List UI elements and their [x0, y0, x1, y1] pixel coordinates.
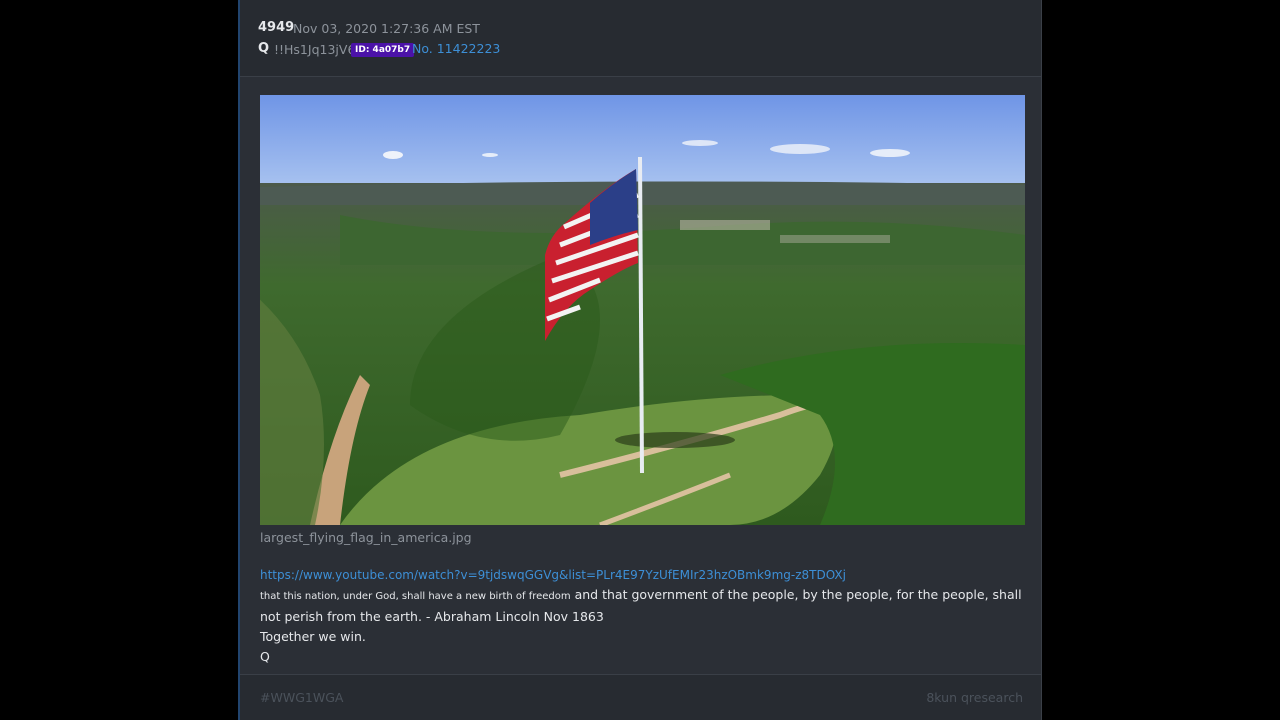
quote-small-text: that this nation, under God, shall have …	[260, 591, 571, 602]
board-name: 8kun qresearch	[926, 690, 1023, 705]
post-body: https://www.youtube.com/watch?v=9tjdswqG…	[260, 565, 1025, 667]
post-timestamp: Nov 03, 2020 1:27:36 AM EST	[293, 21, 480, 36]
post-card: 4949 Nov 03, 2020 1:27:36 AM EST Q !!Hs1…	[238, 0, 1042, 720]
hashtag: #WWG1WGA	[260, 690, 344, 705]
author-name: Q	[258, 41, 270, 56]
youtube-link[interactable]: https://www.youtube.com/watch?v=9tjdswqG…	[260, 565, 1025, 585]
body-line-together: Together we win.	[260, 629, 366, 644]
tripcode: !!Hs1Jq13jV6	[274, 42, 356, 57]
post-footer: #WWG1WGA 8kun qresearch	[240, 674, 1041, 720]
id-badge: ID: 4a07b7	[351, 43, 415, 57]
flag-landscape-photo	[260, 95, 1025, 525]
post-number-link[interactable]: No. 11422223	[412, 41, 500, 56]
image-filename[interactable]: largest_flying_flag_in_america.jpg	[260, 530, 472, 545]
post-image[interactable]	[260, 95, 1025, 525]
signature: Q	[260, 649, 270, 664]
post-header: 4949 Nov 03, 2020 1:27:36 AM EST Q !!Hs1…	[240, 0, 1041, 77]
post-number: 4949	[258, 20, 295, 35]
